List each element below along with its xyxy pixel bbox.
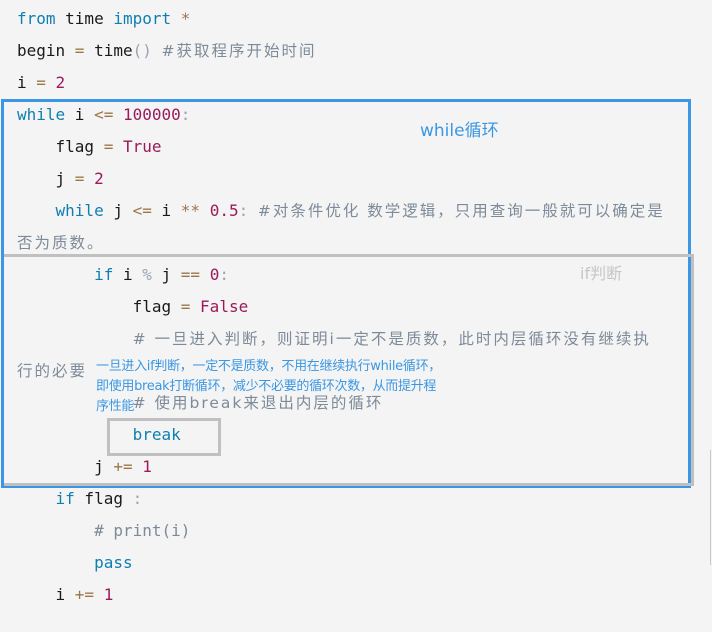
code-token: = — [74, 41, 85, 60]
code-line: # print(i) — [17, 515, 190, 547]
code-token: : — [132, 489, 143, 508]
code-line: i = 2 — [17, 67, 65, 99]
code-token: flag — [74, 489, 133, 508]
code-token: += — [74, 585, 95, 604]
code-token: * — [171, 9, 191, 28]
code-token: # print(i) — [94, 521, 191, 540]
code-line: begin = time() #获取程序开始时间 — [17, 35, 317, 67]
note-line: 序性能 — [96, 399, 135, 414]
code-token: if — [55, 489, 75, 508]
code-token: from — [17, 9, 56, 28]
code-token: time — [84, 41, 133, 60]
break-highlight-box — [107, 418, 221, 456]
code-token: i — [17, 585, 75, 604]
code-token: () — [132, 41, 152, 60]
code-token: #获取程序开始时间 — [161, 42, 317, 60]
code-line: from time import * — [17, 3, 190, 35]
code-token: = — [36, 73, 46, 92]
code-token: 1 — [103, 585, 114, 604]
while-loop-label: while循环 — [420, 121, 499, 141]
code-token: 2 — [55, 73, 66, 92]
vertical-scrollbar[interactable] — [710, 450, 711, 565]
break-explanation-note: 一旦进入if判断，一定不是质数，不用在继续执行while循环， 即使用break… — [96, 357, 516, 417]
if-block-label: if判断 — [580, 264, 623, 283]
code-token: pass — [94, 553, 133, 572]
code-line: i += 1 — [17, 579, 114, 611]
code-line: pass — [17, 547, 133, 579]
code-token: i — [17, 73, 37, 92]
note-line: 一旦进入if判断，一定不是质数，不用在继续执行while循环， — [96, 359, 441, 374]
code-token: begin — [17, 41, 75, 60]
code-token: import — [113, 9, 172, 28]
code-token: time — [55, 9, 114, 28]
note-line: 即使用break打断循环，减少不必要的循环次数，从而提升程 — [96, 379, 437, 394]
